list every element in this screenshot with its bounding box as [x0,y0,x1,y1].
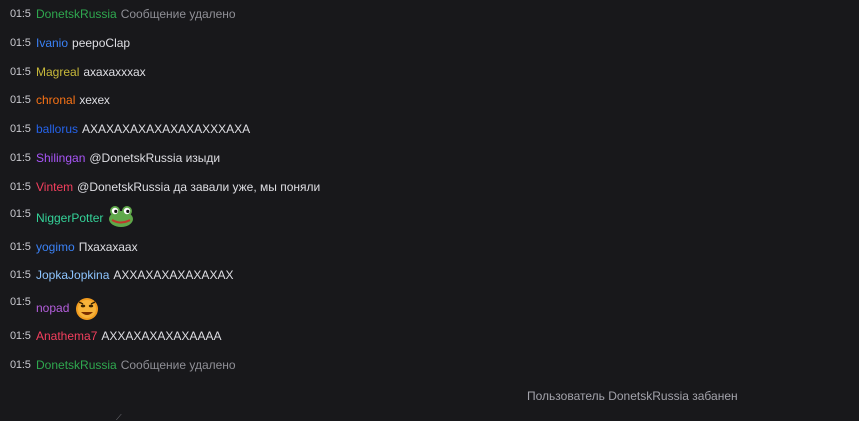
chat-username[interactable]: nopad [36,301,69,315]
message-timestamp: 01:5 [10,66,31,78]
chat-message: 01:5 DonetskRussia Сообщение удалено [0,355,520,375]
chat-username[interactable]: Anathema7 [36,329,97,343]
chat-username[interactable]: JopkaJopkina [36,268,109,282]
message-text: АХХАХАХАХАХАААА [101,329,222,343]
chat-message: 01:5 yogimo Пхахахаах [0,237,520,257]
message-text: АХАХАХАХАХАХАХАХХХАХА [82,122,251,136]
chat-message: 01:5 nopad [0,294,520,322]
chat-username[interactable]: DonetskRussia [36,358,117,372]
chat-log: 01:5 DonetskRussia Сообщение удалено 01:… [0,0,859,421]
message-text: ахахахххах [83,65,146,79]
message-timestamp: 01:5 [10,37,31,49]
message-text: @DonetskRussia да завали уже, мы поняли [77,180,321,194]
chat-username[interactable]: Magreal [36,65,79,79]
message-text: peepoClap [72,36,131,50]
chat-username[interactable]: yogimo [36,240,75,254]
message-text: @DonetskRussia изыди [89,151,221,165]
chat-message: 01:5 ballorus АХАХАХАХАХАХАХАХХХАХА [0,119,520,139]
chat-username[interactable]: NiggerPotter [36,211,103,225]
chat-username[interactable]: DonetskRussia [36,7,117,21]
message-timestamp: 01:5 [10,152,31,164]
chat-username[interactable]: Vintem [36,180,73,194]
chat-message: 01:5 DonetskRussia Сообщение удалено [0,4,520,24]
chat-message: 01:5 Magreal ахахахххах [0,62,520,82]
message-timestamp: 01:5 [10,269,31,281]
system-notice: Пользователь DonetskRussia забанен [527,389,738,403]
message-text: Сообщение удалено [120,7,236,21]
message-text: АХХАХАХАХАХАХАХ [113,268,234,282]
message-timestamp: 01:5 [10,359,31,371]
chat-username[interactable]: chronal [36,93,75,107]
message-timestamp: 01:5 [10,208,31,220]
message-timestamp: 01:5 [10,8,31,20]
chat-message: 01:5 NiggerPotter [0,206,520,230]
message-text: Сообщение удалено [120,358,236,372]
chat-username[interactable]: Shilingan [36,151,85,165]
chat-username[interactable]: Ivanio [36,36,68,50]
message-timestamp: 01:5 [10,330,31,342]
message-text: хехех [79,93,110,107]
chat-message: 01:5 chronal хехех [0,90,520,110]
chat-username[interactable]: ballorus [36,122,78,136]
chat-message: 01:5 Ivanio peepoClap [0,33,520,53]
message-timestamp: 01:5 [10,241,31,253]
message-timestamp: 01:5 [10,123,31,135]
orange-face-emote-icon [73,294,101,322]
message-text: Пхахахаах [78,240,138,254]
frog-emote-icon [107,204,135,232]
chat-message: 01:5 Anathema7 АХХАХАХАХАХАААА [0,326,520,346]
chat-message: 01:5 Shilingan @DonetskRussia изыди [0,148,520,168]
cursor-hint-icon: ⟋ [116,413,122,421]
message-timestamp: 01:5 [10,296,31,308]
chat-message: 01:5 JopkaJopkina АХХАХАХАХАХАХАХ [0,265,520,285]
chat-message: 01:5 Vintem @DonetskRussia да завали уже… [0,177,520,197]
message-timestamp: 01:5 [10,181,31,193]
message-timestamp: 01:5 [10,94,31,106]
